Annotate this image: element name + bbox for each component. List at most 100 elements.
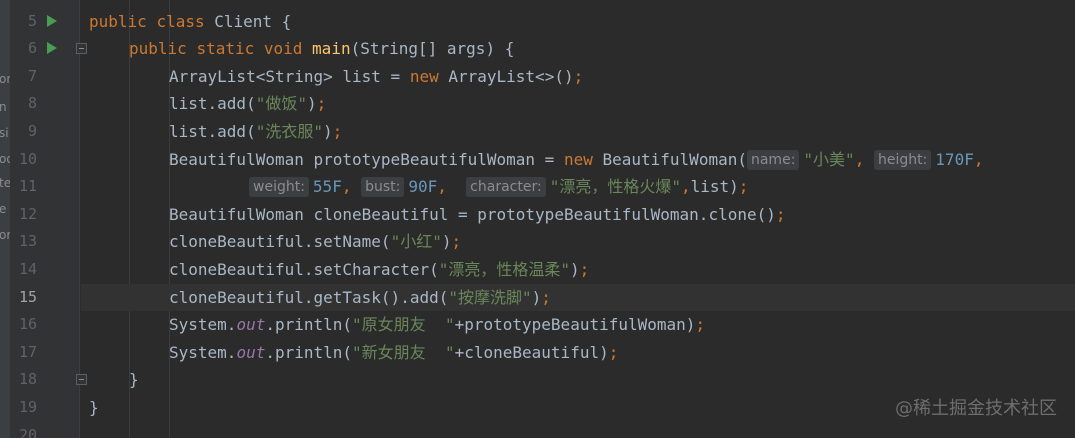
code-token: static xyxy=(196,39,264,59)
code-token: new xyxy=(563,149,603,169)
line-number: 16 xyxy=(18,315,37,334)
code-token: ; xyxy=(579,259,590,279)
code-token: ; xyxy=(573,66,584,86)
code-line[interactable]: System.out.println("原女朋友 "+prototypeBeau… xyxy=(81,311,1075,339)
code-token: ; xyxy=(738,177,749,197)
code-line[interactable]: System.out.println("新女朋友 "+cloneBeautifu… xyxy=(81,339,1075,367)
code-token: class xyxy=(156,11,215,31)
code-token: , xyxy=(341,177,362,197)
code-token: } xyxy=(89,397,99,417)
line-number: 5 xyxy=(27,11,37,30)
code-token: list) xyxy=(690,177,739,197)
code-line[interactable]: cloneBeautiful.getTask().add("按摩洗脚"); xyxy=(81,283,1075,312)
code-token: , xyxy=(854,149,874,169)
code-token: public xyxy=(129,39,197,59)
code-token: "按摩洗脚" xyxy=(448,287,532,307)
code-token: ) xyxy=(322,121,333,141)
line-number: 17 xyxy=(18,342,37,361)
code-editor[interactable]: public class Client {public static void … xyxy=(81,0,1075,438)
code-token: ArrayList<String> list = xyxy=(169,66,410,86)
line-number: 18 xyxy=(18,370,37,389)
parameter-hint: bust: xyxy=(361,177,405,198)
line-number: 19 xyxy=(18,397,37,416)
editor-gutter: 5 6 7 8 9 10 11 12 13 14 15 16 17 18 19 20 xyxy=(10,0,87,438)
line-number: 15 xyxy=(18,287,37,306)
parameter-hint: name: xyxy=(746,149,800,170)
code-token: , xyxy=(680,177,691,197)
code-token: BeautifulWoman( xyxy=(602,149,747,169)
code-token: ; xyxy=(775,204,786,224)
code-token: out xyxy=(236,315,266,335)
code-token: list.add( xyxy=(169,94,256,114)
code-token: (String[] args) { xyxy=(350,39,515,59)
code-token: } xyxy=(129,370,139,390)
code-token: list.add( xyxy=(169,121,256,141)
code-token: 55F xyxy=(312,177,342,197)
code-token: ; xyxy=(541,287,551,307)
code-token: ; xyxy=(695,315,706,335)
parameter-hint: character: xyxy=(466,177,546,198)
project-tree-fragment[interactable]: n xyxy=(0,100,7,114)
line-number: 10 xyxy=(18,149,37,168)
line-number: 7 xyxy=(27,66,37,85)
code-token: System. xyxy=(169,315,237,335)
code-token: +prototypeBeautifulWoman) xyxy=(454,315,696,335)
code-token: BeautifulWoman cloneBeautiful = prototyp… xyxy=(169,204,776,224)
line-number: 20 xyxy=(18,425,37,438)
code-line[interactable] xyxy=(81,422,1075,438)
code-token: ; xyxy=(316,94,327,114)
parameter-hint: height: xyxy=(873,149,932,170)
line-number: 12 xyxy=(18,204,37,223)
code-token: "做饭" xyxy=(255,94,307,114)
code-token: "原女朋友 " xyxy=(352,315,455,335)
code-token: cloneBeautiful.getTask().add( xyxy=(169,287,449,307)
code-token: ; xyxy=(332,121,343,141)
code-token: "洗衣服" xyxy=(255,121,323,141)
code-token: BeautifulWoman prototypeBeautifulWoman = xyxy=(169,149,564,169)
code-line[interactable]: list.add("做饭"); xyxy=(81,90,1075,118)
code-line[interactable]: cloneBeautiful.setName("小红"); xyxy=(81,228,1075,256)
line-number: 6 xyxy=(27,39,37,58)
line-number: 14 xyxy=(18,259,37,278)
code-token: ArrayList<>() xyxy=(448,66,574,86)
project-tree-fragment[interactable]: si xyxy=(0,126,9,140)
code-line[interactable]: public static void main(String[] args) { xyxy=(81,35,1075,63)
code-token: 90F xyxy=(408,177,438,197)
watermark: @稀土掘金技术社区 xyxy=(895,398,1057,419)
code-line[interactable]: weight: 55F, bust: 90F, character: "漂亮，性格火爆… xyxy=(81,173,1075,201)
code-token: Client { xyxy=(214,11,292,31)
code-token: , xyxy=(973,149,984,169)
code-token: .println( xyxy=(265,315,353,335)
code-token: "小红" xyxy=(390,232,442,252)
run-icon[interactable] xyxy=(47,42,57,55)
code-token: ; xyxy=(608,342,619,362)
code-token: "漂亮，性格火爆" xyxy=(549,177,681,197)
code-token: ) xyxy=(531,287,542,307)
code-line[interactable]: list.add("洗衣服"); xyxy=(81,118,1075,146)
code-token: out xyxy=(236,342,266,362)
code-line[interactable]: ArrayList<String> list = new ArrayList<>… xyxy=(81,63,1075,91)
run-icon[interactable] xyxy=(47,14,57,27)
code-token: 170F xyxy=(935,149,974,169)
line-number: 13 xyxy=(18,232,37,251)
code-token: main xyxy=(312,39,351,59)
line-number: 11 xyxy=(18,177,37,196)
code-line[interactable]: } xyxy=(81,366,1075,394)
code-line[interactable]: BeautifulWoman cloneBeautiful = prototyp… xyxy=(81,201,1075,229)
project-panel-edge[interactable]: or n si oo te e or xyxy=(0,0,14,438)
code-line[interactable]: public class Client { xyxy=(81,8,1075,36)
code-line[interactable]: cloneBeautiful.setCharacter("漂亮，性格温柔"); xyxy=(81,256,1075,284)
project-tree-fragment[interactable]: e xyxy=(0,202,6,216)
code-token: .println( xyxy=(265,342,353,362)
code-token: "新女朋友 " xyxy=(352,342,455,362)
line-number: 8 xyxy=(27,94,37,113)
code-token: "小美" xyxy=(803,149,855,169)
parameter-hint: weight: xyxy=(249,177,309,198)
code-token: public xyxy=(89,11,157,31)
code-token: new xyxy=(409,66,449,86)
code-token: ) xyxy=(570,259,580,279)
code-line[interactable]: BeautifulWoman prototypeBeautifulWoman =… xyxy=(81,146,1075,174)
code-token: cloneBeautiful.setName( xyxy=(169,232,391,252)
code-token: "漂亮，性格温柔" xyxy=(438,259,570,279)
code-token: void xyxy=(263,39,313,59)
